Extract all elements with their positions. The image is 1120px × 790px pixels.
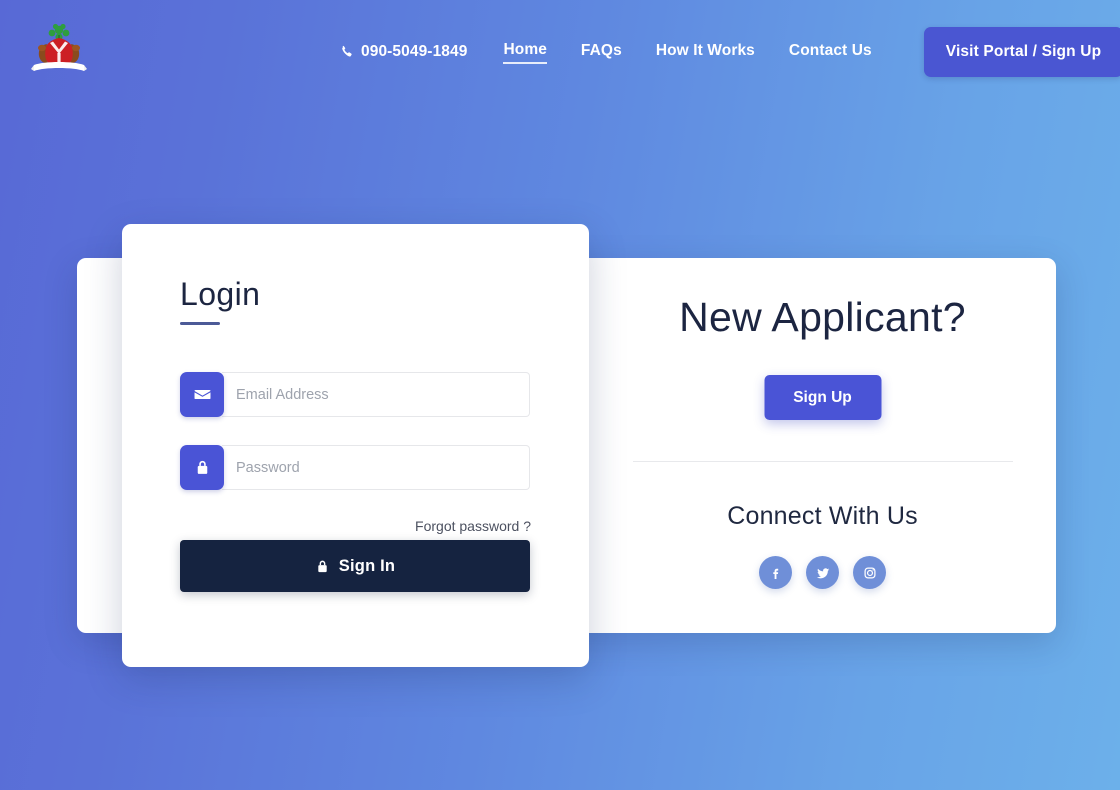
facebook-link[interactable] xyxy=(759,556,792,589)
nav-item-home[interactable]: Home xyxy=(503,41,547,64)
nav-item-contact-us[interactable]: Contact Us xyxy=(789,42,872,63)
envelope-icon xyxy=(180,372,224,417)
email-input[interactable] xyxy=(222,372,530,417)
sign-in-button[interactable]: Sign In xyxy=(180,540,530,592)
new-applicant-heading: New Applicant? xyxy=(679,294,966,340)
login-card: Login Forgot password ? Sign In xyxy=(122,224,589,667)
phone-link[interactable]: 090-5049-1849 xyxy=(340,43,467,61)
twitter-link[interactable] xyxy=(806,556,839,589)
new-applicant-panel: New Applicant? Sign Up Connect With Us xyxy=(589,258,1056,633)
nigeria-coat-of-arms-logo[interactable] xyxy=(28,20,90,78)
forgot-password-link[interactable]: Forgot password ? xyxy=(415,518,531,534)
visit-portal-signup-button[interactable]: Visit Portal / Sign Up xyxy=(923,27,1120,77)
sign-up-button[interactable]: Sign Up xyxy=(764,375,881,420)
nav-item-how-it-works[interactable]: How It Works xyxy=(656,42,755,63)
phone-number: 090-5049-1849 xyxy=(361,43,468,60)
password-input[interactable] xyxy=(222,445,530,490)
twitter-icon xyxy=(815,565,831,581)
instagram-link[interactable] xyxy=(853,556,886,589)
main-navigation: 090-5049-1849 Home FAQs How It Works Con… xyxy=(340,27,1120,77)
sign-in-label: Sign In xyxy=(338,556,396,575)
panel-divider xyxy=(633,461,1013,462)
lock-icon xyxy=(315,559,330,574)
social-links-row xyxy=(589,556,1056,589)
password-field-group xyxy=(180,445,530,490)
nav-item-faqs[interactable]: FAQs xyxy=(581,42,622,63)
site-header: 090-5049-1849 Home FAQs How It Works Con… xyxy=(0,0,1120,100)
facebook-icon xyxy=(768,565,784,581)
login-heading-underline xyxy=(180,322,220,325)
instagram-icon xyxy=(862,565,878,581)
lock-icon xyxy=(180,445,224,490)
phone-icon xyxy=(340,45,354,59)
connect-with-us-heading: Connect With Us xyxy=(727,502,918,530)
email-field-group xyxy=(180,372,530,417)
login-heading: Login xyxy=(180,276,261,312)
